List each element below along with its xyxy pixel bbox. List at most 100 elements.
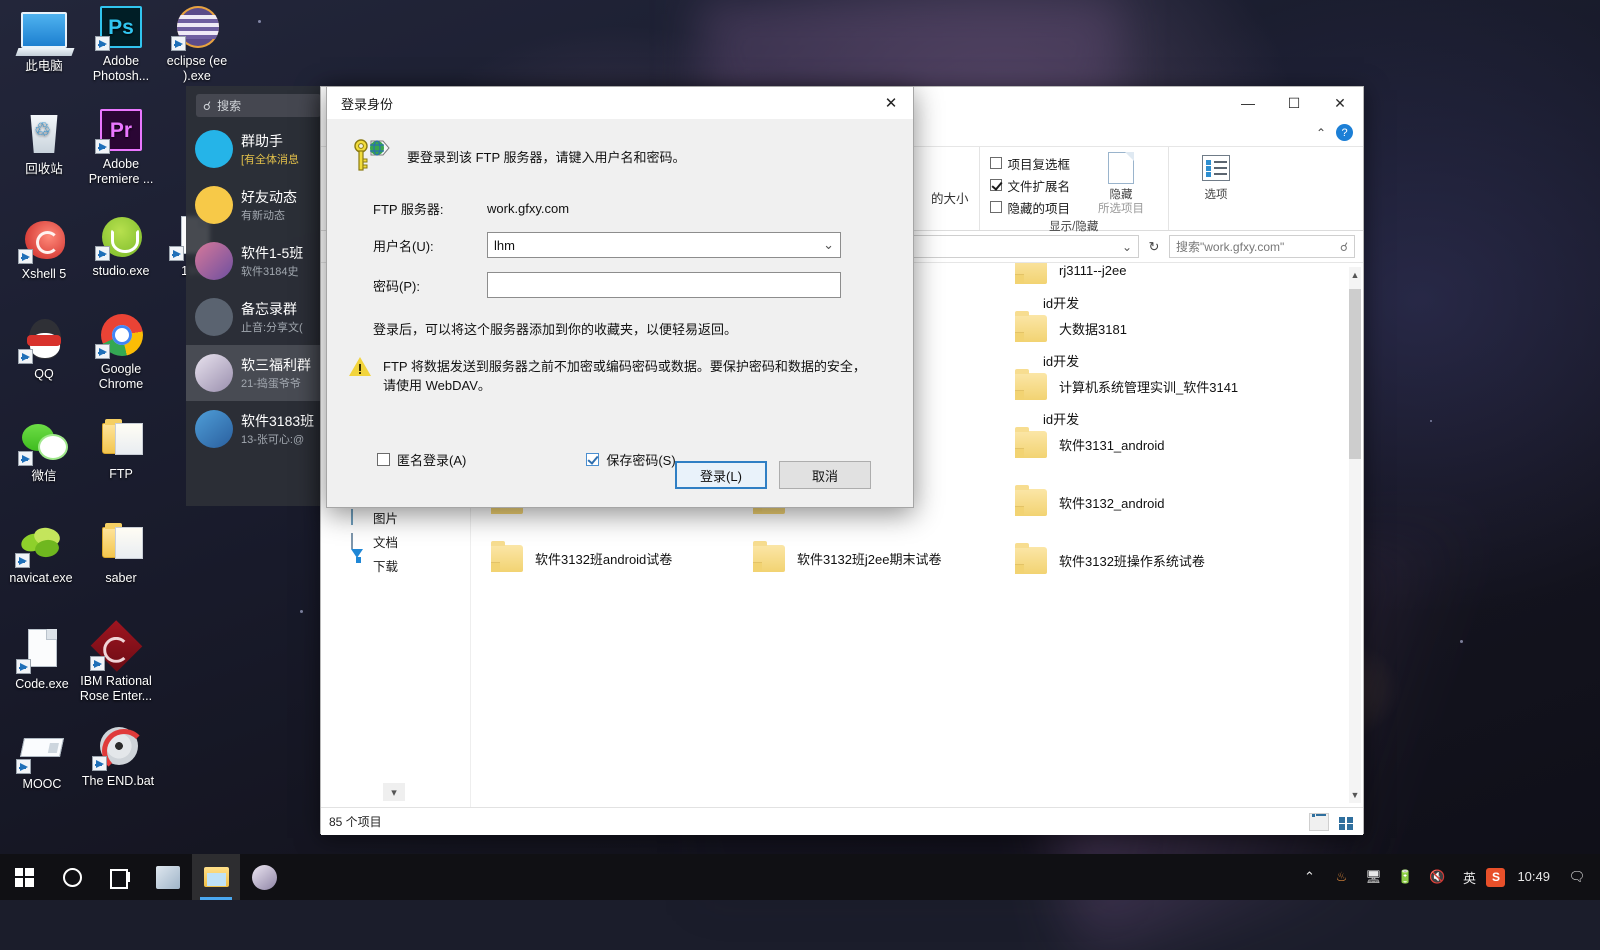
- pictures-icon: [351, 509, 367, 525]
- store-app-icon: [156, 865, 180, 889]
- close-button[interactable]: ✕: [1317, 87, 1363, 119]
- desktop-icon-chrome[interactable]: Google Chrome: [82, 313, 160, 392]
- tray-expand-chevron-icon[interactable]: ⌃: [1294, 854, 1324, 900]
- qq-search-box[interactable]: ☌ 搜索: [196, 94, 321, 117]
- close-icon[interactable]: ✕: [869, 87, 913, 119]
- desktop-icon-label: 微信: [31, 469, 57, 483]
- checkbox-hidden-items[interactable]: 隐藏的项目: [989, 196, 1071, 218]
- file-item[interactable]: id开发: [1043, 273, 1163, 331]
- clock[interactable]: 10:49: [1507, 854, 1560, 900]
- nav-item-documents[interactable]: 文档: [321, 529, 470, 553]
- file-item[interactable]: id开发: [1043, 331, 1163, 389]
- checkbox-box: [989, 157, 1002, 169]
- qq-list-item[interactable]: 软件3183班 13-张可心:@: [186, 401, 331, 457]
- checkbox-label: 隐藏的项目: [1007, 201, 1071, 216]
- desktop-icon-premiere[interactable]: Pr Adobe Premiere ...: [82, 108, 160, 187]
- file-item[interactable]: id开发: [1043, 389, 1163, 447]
- desktop-icon-navicat[interactable]: navicat.exe: [2, 522, 80, 586]
- desktop-icon-label: MOOC: [22, 777, 62, 791]
- nav-item-label: 文档: [373, 535, 399, 550]
- qq-contact-panel: ☌ 搜索 群助手 [有全体消息 好友动态 有新动态 软件1-5班 软件3184史…: [186, 86, 331, 506]
- help-icon[interactable]: ?: [1336, 124, 1353, 141]
- username-value: lhm: [494, 237, 515, 253]
- desktop-icon-qq[interactable]: QQ: [5, 318, 83, 382]
- ime-language-icon[interactable]: 英: [1454, 854, 1484, 900]
- task-view-icon: [110, 869, 130, 889]
- desktop-icon-eclipse[interactable]: eclipse (ee ).exe: [158, 5, 236, 84]
- task-view-button[interactable]: [96, 854, 144, 900]
- file-item[interactable]: 软件3132班j2ee期末试卷: [747, 529, 1009, 587]
- search-placeholder: 搜索"work.gfxy.com": [1176, 240, 1285, 254]
- refresh-icon[interactable]: ↻: [1143, 239, 1165, 255]
- search-input[interactable]: 搜索"work.gfxy.com" ☌: [1169, 235, 1355, 258]
- username-field[interactable]: lhm ⌄: [487, 232, 841, 258]
- volume-mute-icon[interactable]: 🔇: [1422, 854, 1452, 900]
- taskbar-file-explorer[interactable]: [192, 854, 240, 900]
- desktop-icon-saber[interactable]: saber: [82, 522, 160, 586]
- file-item[interactable]: 软件3132班操作系统试卷: [1009, 531, 1271, 589]
- sogou-input-icon[interactable]: S: [1486, 867, 1506, 887]
- scroll-down-icon[interactable]: ▼: [1349, 787, 1361, 803]
- desktop-icon-recycle-bin[interactable]: 回收站: [5, 113, 83, 177]
- maximize-button[interactable]: ☐: [1271, 87, 1317, 119]
- avatar: [195, 354, 233, 392]
- details-view-button[interactable]: [1309, 812, 1329, 831]
- file-item[interactable]: 软件3132班android试卷: [485, 529, 747, 587]
- downloads-icon: [351, 549, 367, 572]
- desktop-icon-studio[interactable]: studio.exe: [82, 215, 160, 279]
- large-icons-view-button[interactable]: [1335, 813, 1355, 831]
- checkbox-item-checkboxes[interactable]: 项目复选框: [989, 152, 1070, 174]
- desktop-icon-ftp[interactable]: FTP: [82, 418, 160, 482]
- qq-list-item[interactable]: 备忘录群 止音:分享文(: [186, 289, 331, 345]
- qq-item-name: 好友动态: [241, 189, 297, 205]
- collapse-ribbon-icon[interactable]: ⌃: [1316, 126, 1326, 140]
- chevron-down-icon[interactable]: ⌄: [823, 237, 834, 253]
- desktop-icon-label: IBM Rational Rose Enter...: [79, 674, 153, 703]
- cancel-button[interactable]: 取消: [779, 461, 871, 489]
- action-center-icon[interactable]: 🗨: [1562, 854, 1592, 900]
- qq-list-item[interactable]: 群助手 [有全体消息: [186, 121, 331, 177]
- xshell-icon: [18, 218, 68, 264]
- options-button[interactable]: 选项: [1179, 152, 1253, 202]
- nav-item-downloads[interactable]: 下载: [321, 549, 470, 577]
- ftp-server-label: FTP 服务器:: [373, 202, 444, 217]
- cortana-search-button[interactable]: [48, 854, 96, 900]
- avatar: [195, 410, 233, 448]
- nav-item-label: 图片: [373, 511, 399, 526]
- file-item[interactable]: 软件3132_android: [1009, 473, 1271, 531]
- hide-selected-items-button[interactable]: 隐藏 所选项目: [1084, 152, 1158, 216]
- tray-app-icon[interactable]: ♨: [1326, 854, 1356, 900]
- minimize-button[interactable]: —: [1225, 87, 1271, 119]
- desktop-icon-photoshop[interactable]: Ps Adobe Photosh...: [82, 5, 160, 84]
- desktop-icon-label: 此电脑: [25, 59, 63, 73]
- password-field[interactable]: [487, 272, 841, 298]
- chevron-down-icon[interactable]: ⌄: [1122, 240, 1132, 254]
- qq-item-name: 备忘录群: [241, 301, 297, 317]
- qq-list-item[interactable]: 好友动态 有新动态: [186, 177, 331, 233]
- ftp-server-value: work.gfxy.com: [487, 201, 570, 216]
- battery-icon[interactable]: 🔋: [1390, 854, 1420, 900]
- qq-list-item[interactable]: 软件1-5班 软件3184史: [186, 233, 331, 289]
- file-name: 软件3132班android试卷: [535, 551, 673, 567]
- qq-list-item-selected[interactable]: 软三福利群 21-捣蛋爷爷: [186, 345, 331, 401]
- checkbox-file-extensions[interactable]: 文件扩展名: [989, 174, 1070, 196]
- start-button[interactable]: [0, 854, 48, 900]
- desktop-icon-rational-rose[interactable]: IBM Rational Rose Enter...: [77, 620, 155, 704]
- desktop-icon-code[interactable]: Code.exe: [3, 628, 81, 692]
- favorites-note: 登录后，可以将这个服务器添加到你的收藏夹，以便轻易返回。: [373, 322, 738, 337]
- scrollbar-thumb[interactable]: [1349, 289, 1361, 459]
- dialog-intro-text: 要登录到该 FTP 服务器，请键入用户名和密码。: [407, 150, 686, 165]
- nav-scroll-down-icon[interactable]: ▾: [383, 783, 405, 801]
- taskbar-qq[interactable]: [240, 854, 288, 900]
- file-list-scrollbar[interactable]: ▲ ▼: [1349, 267, 1361, 803]
- login-button[interactable]: 登录(L): [675, 461, 767, 489]
- desktop-icon-the-end-bat[interactable]: The END.bat: [79, 725, 157, 789]
- network-icon[interactable]: 🖥: [1358, 854, 1388, 900]
- desktop-icon-this-pc[interactable]: 此电脑: [5, 10, 83, 74]
- scroll-up-icon[interactable]: ▲: [1349, 267, 1361, 283]
- desktop-icon-wechat[interactable]: 微信: [5, 420, 83, 484]
- nav-item-pictures[interactable]: 图片: [321, 505, 470, 529]
- desktop-icon-mooc[interactable]: MOOC: [3, 728, 81, 792]
- desktop-icon-xshell[interactable]: Xshell 5: [5, 218, 83, 282]
- taskbar-store-app[interactable]: [144, 854, 192, 900]
